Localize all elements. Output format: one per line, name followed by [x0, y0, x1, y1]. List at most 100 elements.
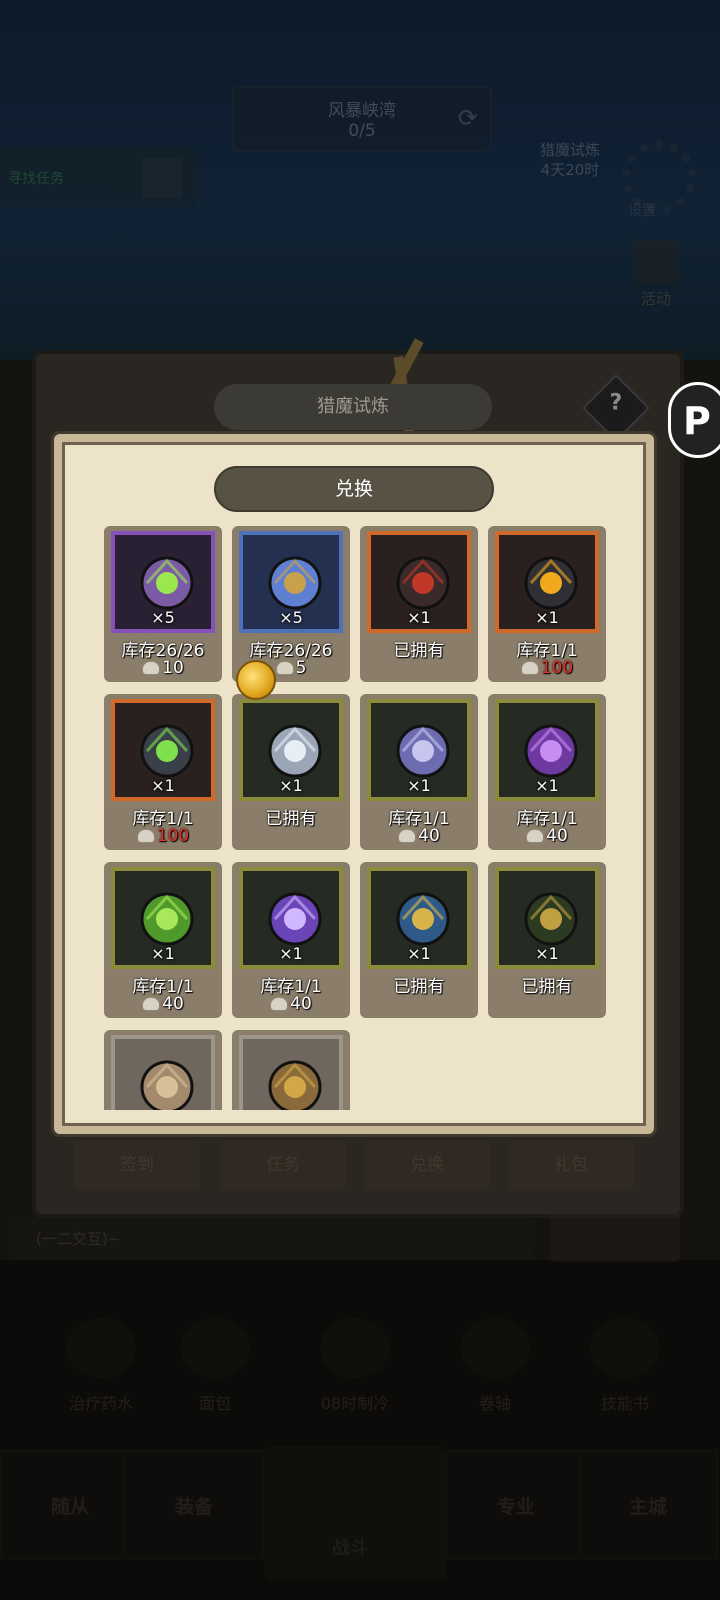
golden-eye-shield-icon: [521, 553, 581, 613]
nav-city[interactable]: 主城: [578, 1450, 718, 1560]
quick-item[interactable]: 治疗药水: [36, 1318, 166, 1414]
item-price-value: 40: [290, 994, 312, 1014]
item-price: 40: [360, 826, 478, 846]
quick-item-label: 卷轴: [478, 1394, 511, 1413]
item-quantity: ×1: [279, 944, 303, 963]
item-quantity: ×1: [151, 776, 175, 795]
exchange-item-card[interactable]: ×1 已拥有: [488, 862, 606, 1018]
activity-button[interactable]: 活动: [618, 240, 694, 310]
item-price-value: 40: [162, 994, 184, 1014]
item-quantity: ×1: [407, 608, 431, 627]
item-price-value: 100: [156, 826, 190, 846]
item-price-value: 10: [162, 658, 184, 678]
exchange-item-card[interactable]: ×1 库存1/1 40: [360, 694, 478, 850]
claw-currency-icon: [142, 997, 161, 1011]
chat-send-button[interactable]: [550, 1212, 680, 1262]
exchange-item-card[interactable]: ×1 库存1/1 40: [488, 694, 606, 850]
nav-profession[interactable]: 专业: [446, 1450, 586, 1560]
item-stock-status: 已拥有: [521, 977, 573, 997]
settings-label: 设置: [628, 203, 656, 219]
nav-battle[interactable]: 战斗: [264, 1446, 446, 1580]
stage-progress: 0/5: [348, 121, 376, 141]
shadow-box-icon: [137, 553, 197, 613]
exchange-item-card[interactable]: [104, 1030, 222, 1110]
item-frame: ×1: [111, 699, 215, 801]
book-icon: [590, 1318, 660, 1378]
exchange-item-card[interactable]: ×1 库存1/1 100: [488, 526, 606, 682]
exchange-item-card[interactable]: ×1 已拥有: [232, 694, 350, 850]
event-timer[interactable]: 猎魔试炼 4天20时: [520, 140, 620, 180]
item-price: 40: [104, 994, 222, 1014]
item-price-value: 40: [418, 826, 440, 846]
exchange-item-card[interactable]: ×1 已拥有: [360, 862, 478, 1018]
event-title: 猎魔试炼: [214, 384, 492, 430]
item-quantity: ×1: [279, 776, 303, 795]
item-price: 40: [232, 994, 350, 1014]
green-slime-icon: [137, 889, 197, 949]
exchange-grid[interactable]: ×5 库存26/26 10 ×5 库存26/26 5 ×1 已拥有 ×1 库存1/1 100 ×1 库存…: [96, 522, 616, 1110]
nav-battle-label: 战斗: [332, 1538, 368, 1559]
exchange-item-card[interactable]: ×1 已拥有: [360, 526, 478, 682]
tab-tasks[interactable]: 任务: [220, 1140, 346, 1190]
item-quantity: ×1: [407, 944, 431, 963]
item-frame: ×1: [367, 699, 471, 801]
task-tracker[interactable]: 寻找任务: [0, 148, 196, 208]
quick-item[interactable]: 卷轴: [430, 1318, 560, 1414]
tab-gift[interactable]: 礼包: [508, 1140, 634, 1190]
potion-icon: [66, 1318, 136, 1378]
task-icon: [142, 158, 182, 198]
green-orb-ring-icon: [137, 721, 197, 781]
refresh-icon[interactable]: ⟳: [458, 104, 478, 132]
nav-equipment[interactable]: 装备: [124, 1450, 264, 1560]
item-quantity: ×1: [535, 944, 559, 963]
exchange-item-card[interactable]: ×5 库存26/26 5: [232, 526, 350, 682]
nav-followers[interactable]: 随从: [0, 1450, 140, 1560]
stage-title: 风暴峡湾: [328, 101, 396, 121]
exchange-item-card[interactable]: ×5 库存26/26 10: [104, 526, 222, 682]
item-quantity: ×1: [535, 608, 559, 627]
floating-side-button[interactable]: P: [668, 382, 720, 458]
chat-bar[interactable]: (一二交互)~: [14, 1218, 534, 1260]
item-frame: [111, 1035, 215, 1110]
treasure-chest-icon: [265, 1057, 325, 1110]
red-knight-helmet-icon: [393, 553, 453, 613]
item-stock-status: 已拥有: [393, 977, 445, 997]
quick-item[interactable]: 08时制冷: [290, 1318, 420, 1414]
tab-checkin[interactable]: 签到: [74, 1140, 200, 1190]
stage-banner[interactable]: 风暴峡湾 0/5 ⟳: [232, 86, 492, 152]
claw-currency-icon: [398, 829, 417, 843]
item-frame: ×5: [111, 531, 215, 633]
bread-icon: [180, 1318, 250, 1378]
silver-gem-icon: [265, 721, 325, 781]
twin-blade-icon: [393, 721, 453, 781]
quick-item[interactable]: 面包: [150, 1318, 280, 1414]
exchange-title: 兑换: [214, 466, 494, 512]
exchange-item-card[interactable]: [232, 1030, 350, 1110]
quick-item[interactable]: 技能书: [560, 1318, 690, 1414]
event-tab-bar: 签到 任务 兑换 礼包: [74, 1140, 634, 1192]
blue-armor-avatar-icon: [393, 889, 453, 949]
chest-icon: [320, 1318, 390, 1378]
item-stock-status: 已拥有: [393, 641, 445, 661]
item-price: 40: [488, 826, 606, 846]
item-frame: ×1: [495, 699, 599, 801]
claw-currency-icon: [270, 997, 289, 1011]
item-quantity: ×1: [407, 776, 431, 795]
item-quantity: ×1: [151, 944, 175, 963]
exchange-item-card[interactable]: ×1 库存1/1 100: [104, 694, 222, 850]
item-quantity: ×5: [279, 608, 303, 627]
exchange-item-card[interactable]: ×1 库存1/1 40: [104, 862, 222, 1018]
claw-currency-icon: [142, 661, 161, 675]
event-timer-remaining: 4天20时: [540, 161, 600, 179]
item-price-value: 5: [295, 658, 307, 678]
tab-exchange[interactable]: 兑换: [364, 1140, 490, 1190]
item-frame: ×5: [239, 531, 343, 633]
activity-label: 活动: [640, 290, 671, 308]
item-frame: ×1: [367, 867, 471, 969]
item-frame: [239, 1035, 343, 1110]
item-quantity: ×1: [535, 776, 559, 795]
exchange-item-card[interactable]: ×1 库存1/1 40: [232, 862, 350, 1018]
item-price-value: 40: [546, 826, 568, 846]
p-letter-icon: P: [683, 399, 711, 443]
task-label: 寻找任务: [8, 171, 64, 187]
